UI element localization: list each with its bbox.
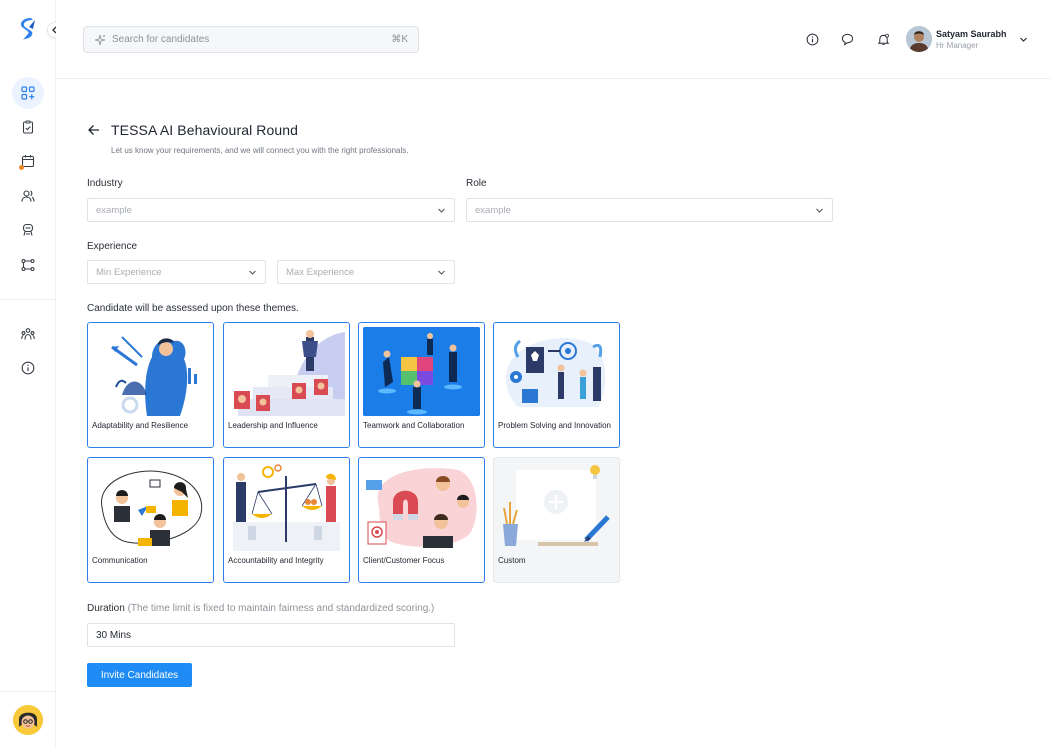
theme-label: Client/Customer Focus [363, 556, 445, 565]
theme-label: Accountability and Integrity [228, 556, 324, 565]
duration-label-row: Duration (The time limit is fixed to mai… [87, 603, 434, 614]
role-label: Role [466, 178, 487, 189]
chevron-down-icon [1019, 37, 1027, 42]
user-menu[interactable]: Satyam Saurabh Hr Manager [906, 26, 1028, 52]
themes-label: Candidate will be assessed upon these th… [87, 303, 299, 314]
sidebar-bottom-divider [0, 691, 56, 692]
adaptability-illustration [92, 327, 209, 416]
theme-label: Custom [498, 556, 526, 565]
communication-illustration [92, 462, 209, 551]
customer-focus-illustration [363, 462, 480, 551]
theme-card-accountability[interactable]: Accountability and Integrity [223, 457, 350, 583]
sparkle-icon [94, 34, 106, 45]
notification-dot [19, 165, 24, 170]
theme-label: Leadership and Influence [228, 421, 318, 430]
sidebar [0, 0, 63, 747]
bell-icon [877, 33, 889, 45]
role-placeholder: example [475, 204, 511, 216]
theme-label: Teamwork and Collaboration [363, 421, 465, 430]
problem-solving-illustration [498, 327, 615, 416]
chevron-down-icon [438, 208, 445, 213]
leadership-illustration [228, 327, 345, 416]
user-avatar [906, 26, 932, 52]
experience-label: Experience [87, 241, 138, 252]
sidebar-item-workflows[interactable] [12, 249, 44, 281]
duration-label: Duration [87, 603, 125, 614]
sidebar-item-info[interactable] [12, 352, 44, 384]
user-name: Satyam Saurabh [936, 28, 1007, 39]
duration-note: (The time limit is fixed to maintain fai… [127, 603, 435, 614]
duration-input[interactable]: 30 Mins [87, 623, 455, 647]
notifications-button[interactable] [875, 31, 891, 47]
theme-card-adaptability[interactable]: Adaptability and Resilience [87, 322, 214, 448]
workflow-icon [21, 258, 35, 272]
theme-card-teamwork[interactable]: Teamwork and Collaboration [358, 322, 485, 448]
sidebar-divider [0, 299, 56, 300]
users-icon [21, 190, 35, 202]
help-button[interactable] [804, 31, 820, 47]
teamwork-illustration [363, 327, 480, 416]
interviewer-icon [22, 223, 34, 236]
min-experience-select[interactable]: Min Experience [87, 260, 266, 284]
sidebar-item-team[interactable] [12, 318, 44, 350]
assistant-avatar[interactable] [13, 705, 43, 735]
theme-card-custom[interactable]: Custom [493, 457, 620, 583]
theme-label: Communication [92, 556, 148, 565]
user-role: Hr Manager [936, 40, 979, 50]
back-arrow-icon[interactable] [87, 123, 101, 137]
main-content: TESSA AI Behavioural Round Let us know y… [56, 80, 1051, 747]
chat-bubble-icon [841, 33, 853, 46]
industry-placeholder: example [96, 204, 132, 216]
page-subtitle: Let us know your requirements, and we wi… [111, 146, 409, 155]
info-icon [21, 361, 35, 375]
messages-button[interactable] [839, 31, 855, 47]
invite-candidates-button[interactable]: Invite Candidates [87, 663, 192, 687]
page-header: TESSA AI Behavioural Round [87, 122, 298, 138]
page-title: TESSA AI Behavioural Round [111, 122, 299, 138]
accountability-illustration [228, 462, 345, 551]
sidebar-item-candidates[interactable] [12, 180, 44, 212]
search-input[interactable]: Search for candidates ⌘K [83, 26, 419, 53]
dashboard-plus-icon [21, 86, 35, 100]
app-logo[interactable] [19, 18, 39, 42]
sidebar-item-interviewers[interactable] [12, 214, 44, 246]
max-experience-placeholder: Max Experience [286, 266, 355, 278]
theme-card-leadership[interactable]: Leadership and Influence [223, 322, 350, 448]
chevron-down-icon [816, 208, 823, 213]
max-experience-select[interactable]: Max Experience [277, 260, 455, 284]
top-bar: Search for candidates ⌘K Satyam Saurabh … [56, 0, 1051, 79]
clipboard-check-icon [22, 120, 34, 134]
theme-label: Problem Solving and Innovation [498, 421, 611, 430]
custom-illustration [498, 462, 615, 551]
theme-card-customer-focus[interactable]: Client/Customer Focus [358, 457, 485, 583]
search-shortcut: ⌘K [391, 34, 408, 45]
industry-label: Industry [87, 178, 123, 189]
chevron-down-icon [249, 270, 256, 275]
sidebar-item-dashboard[interactable] [12, 77, 44, 109]
sidebar-item-assessments[interactable] [12, 111, 44, 143]
theme-label: Adaptability and Resilience [92, 421, 189, 430]
min-experience-placeholder: Min Experience [96, 266, 162, 278]
industry-select[interactable]: example [87, 198, 455, 222]
theme-card-communication[interactable]: Communication [87, 457, 214, 583]
theme-card-problem-solving[interactable]: Problem Solving and Innovation [493, 322, 620, 448]
chevron-down-icon [438, 270, 445, 275]
search-placeholder: Search for candidates [112, 34, 210, 45]
team-icon [21, 328, 35, 340]
info-icon [806, 33, 818, 45]
role-select[interactable]: example [466, 198, 833, 222]
sidebar-item-calendar[interactable] [12, 145, 44, 177]
